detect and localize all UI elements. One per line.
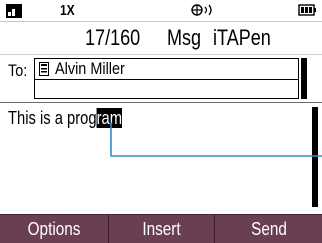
options-softkey[interactable]: Options	[0, 215, 108, 243]
cursor-callout-line	[110, 122, 322, 157]
signal-strength-icon	[6, 4, 22, 18]
recipient-field[interactable]: Alvin Miller	[34, 58, 299, 99]
message-text-plain: This is a prog	[8, 108, 97, 128]
send-softkey[interactable]: Send	[214, 215, 322, 243]
contact-card-icon	[39, 62, 49, 76]
recipient-name[interactable]: Alvin Miller	[55, 59, 125, 79]
to-label: To:	[8, 61, 28, 80]
insert-softkey[interactable]: Insert	[108, 215, 215, 243]
softkey-bar: Options Insert Send	[0, 214, 322, 243]
recipient-panel: To: Alvin Miller	[0, 54, 322, 103]
recipient-divider	[35, 79, 298, 80]
input-mode-indicator: iTAPen	[213, 25, 271, 50]
screen-title: Msg	[167, 25, 202, 50]
send-softkey-label: Send	[251, 219, 287, 239]
network-type-label: 1X	[60, 2, 75, 19]
recipient-scrollbar[interactable]	[301, 58, 307, 99]
battery-icon	[298, 4, 316, 16]
insert-softkey-label: Insert	[142, 219, 182, 239]
title-bar: 17/160 Msg iTAPen	[0, 22, 322, 54]
options-softkey-label: Options	[27, 219, 81, 239]
roaming-icon	[191, 4, 212, 16]
status-bar: 1X	[0, 0, 322, 22]
character-count: 17/160	[85, 25, 141, 50]
